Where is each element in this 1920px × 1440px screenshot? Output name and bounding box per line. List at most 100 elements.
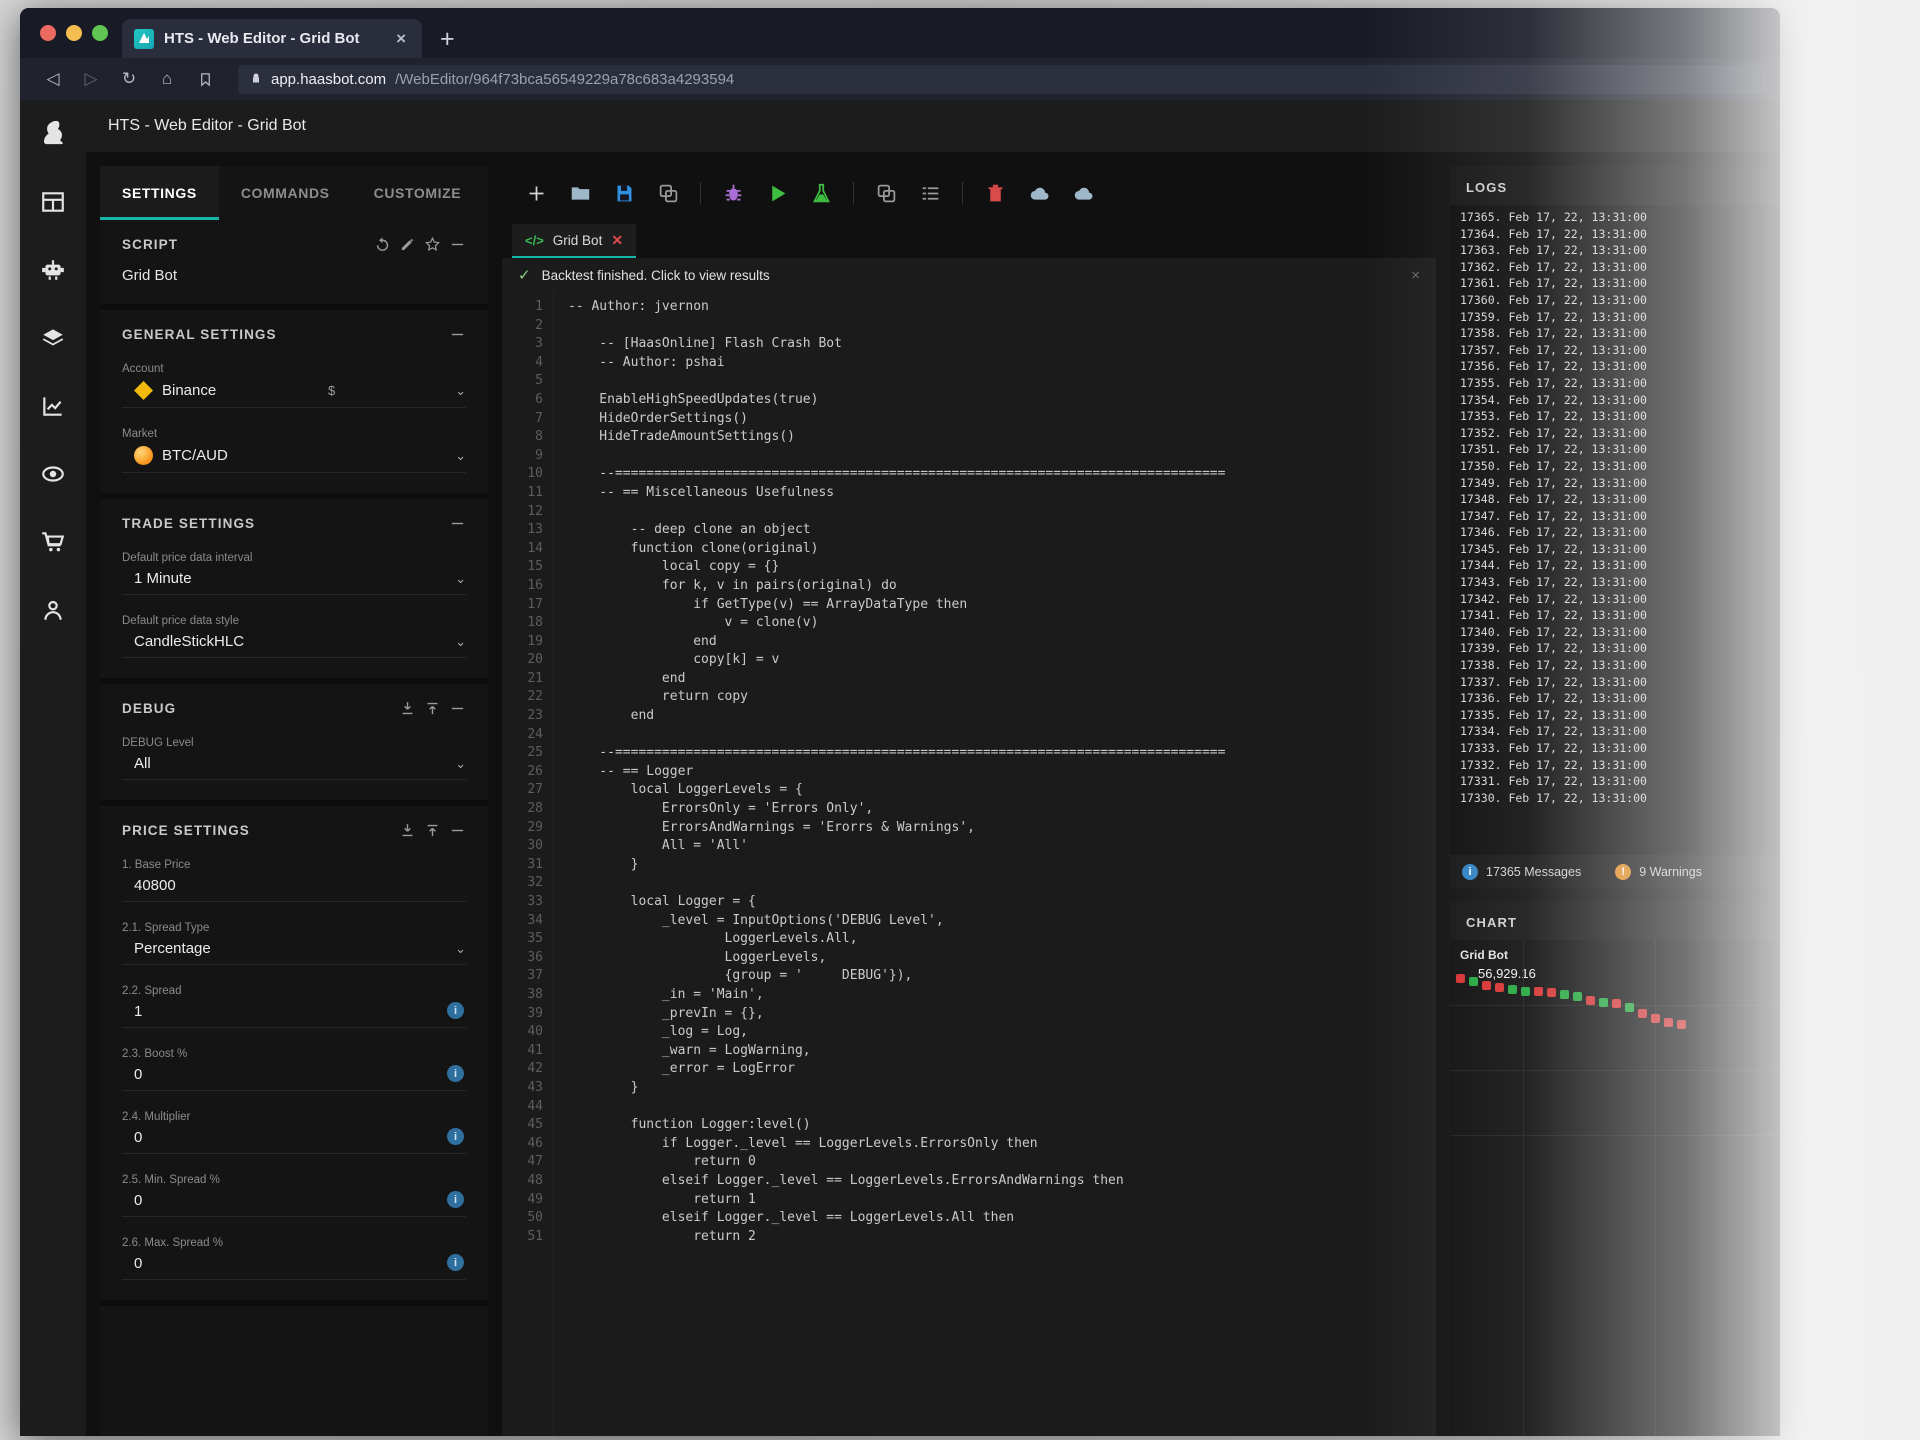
- code-line[interactable]: [568, 726, 1436, 745]
- code-line[interactable]: return 1: [568, 1191, 1436, 1210]
- code-line[interactable]: _log = Log,: [568, 1023, 1436, 1042]
- code-line[interactable]: elseif Logger._level == LoggerLevels.All…: [568, 1209, 1436, 1228]
- chevron-down-icon[interactable]: ⌄: [455, 756, 466, 772]
- editor-tab-grid-bot[interactable]: </> Grid Bot ✕: [512, 224, 637, 258]
- back-icon[interactable]: ◁: [34, 64, 72, 94]
- code-line[interactable]: [568, 1098, 1436, 1117]
- code-line[interactable]: -- Author: jvernon: [568, 298, 1436, 317]
- chevron-down-icon[interactable]: ⌄: [455, 383, 466, 399]
- code-line[interactable]: function clone(original): [568, 540, 1436, 559]
- save-icon[interactable]: [604, 174, 644, 212]
- log-entry[interactable]: 17347. Feb 17, 22, 13:31:00: [1460, 508, 1780, 525]
- code-line[interactable]: end: [568, 707, 1436, 726]
- forward-icon[interactable]: ▷: [72, 64, 110, 94]
- code-line[interactable]: HideOrderSettings(): [568, 410, 1436, 429]
- sidebar-item-layers[interactable]: [33, 318, 73, 358]
- backtest-status-bar[interactable]: ✓ Backtest finished. Click to view resul…: [502, 258, 1436, 292]
- revert-icon[interactable]: [374, 236, 391, 253]
- log-entry[interactable]: 17335. Feb 17, 22, 13:31:00: [1460, 707, 1780, 724]
- delete-icon[interactable]: [975, 174, 1015, 212]
- browser-tab[interactable]: HTS - Web Editor - Grid Bot ×: [122, 19, 422, 58]
- sidebar-item-dashboard[interactable]: [33, 182, 73, 222]
- log-entry[interactable]: 17340. Feb 17, 22, 13:31:00: [1460, 624, 1780, 641]
- code-line[interactable]: _error = LogError: [568, 1060, 1436, 1079]
- code-line[interactable]: -- deep clone an object: [568, 521, 1436, 540]
- close-icon[interactable]: ✕: [611, 232, 623, 249]
- close-icon[interactable]: ×: [1411, 267, 1420, 284]
- chevron-down-icon[interactable]: ⌄: [455, 448, 466, 464]
- sidebar-item-accounts[interactable]: [33, 454, 73, 494]
- settings-tab-settings[interactable]: SETTINGS: [100, 166, 219, 220]
- setting-field[interactable]: 2.5. Min. Spread % 0 i: [122, 1168, 466, 1217]
- log-entry[interactable]: 17360. Feb 17, 22, 13:31:00: [1460, 292, 1780, 309]
- setting-field[interactable]: 2.4. Multiplier 0 i: [122, 1105, 466, 1154]
- code-line[interactable]: [568, 372, 1436, 391]
- setting-value[interactable]: 0: [122, 1066, 466, 1083]
- clone-icon[interactable]: [648, 174, 688, 212]
- code-line[interactable]: copy[k] = v: [568, 651, 1436, 670]
- list-icon[interactable]: [910, 174, 950, 212]
- code-line[interactable]: return copy: [568, 688, 1436, 707]
- sidebar-item-marketplace[interactable]: [33, 522, 73, 562]
- collapse-icon[interactable]: [449, 822, 466, 839]
- log-entry[interactable]: 17345. Feb 17, 22, 13:31:00: [1460, 541, 1780, 558]
- chevron-down-icon[interactable]: ⌄: [455, 634, 466, 650]
- backtest-icon[interactable]: [801, 174, 841, 212]
- code-line[interactable]: _level = InputOptions('DEBUG Level',: [568, 912, 1436, 931]
- code-line[interactable]: return 2: [568, 1228, 1436, 1247]
- code-line[interactable]: ErrorsAndWarnings = 'Erorrs & Warnings',: [568, 819, 1436, 838]
- code-line[interactable]: return 0: [568, 1153, 1436, 1172]
- log-entry[interactable]: 17332. Feb 17, 22, 13:31:00: [1460, 757, 1780, 774]
- close-tab-icon[interactable]: ×: [392, 29, 410, 49]
- new-icon[interactable]: [516, 174, 556, 212]
- log-entry[interactable]: 17361. Feb 17, 22, 13:31:00: [1460, 275, 1780, 292]
- sidebar-item-charts[interactable]: [33, 386, 73, 426]
- info-icon[interactable]: i: [447, 1254, 464, 1271]
- bookmark-icon[interactable]: [186, 64, 224, 94]
- code-line[interactable]: local copy = {}: [568, 558, 1436, 577]
- log-entry[interactable]: 17346. Feb 17, 22, 13:31:00: [1460, 524, 1780, 541]
- setting-value[interactable]: 0: [122, 1129, 466, 1146]
- log-entry[interactable]: 17342. Feb 17, 22, 13:31:00: [1460, 591, 1780, 608]
- code-line[interactable]: All = 'All': [568, 837, 1436, 856]
- code-line[interactable]: -- [HaasOnline] Flash Crash Bot: [568, 335, 1436, 354]
- log-entry[interactable]: 17338. Feb 17, 22, 13:31:00: [1460, 657, 1780, 674]
- setting-field[interactable]: 2.6. Max. Spread % 0 i: [122, 1231, 466, 1280]
- reload-icon[interactable]: ↻: [110, 64, 148, 94]
- setting-field[interactable]: Account Binance $ ⌄: [122, 357, 466, 408]
- code-line[interactable]: if Logger._level == LoggerLevels.ErrorsO…: [568, 1135, 1436, 1154]
- setting-value[interactable]: 0: [122, 1255, 466, 1272]
- log-entry[interactable]: 17349. Feb 17, 22, 13:31:00: [1460, 475, 1780, 492]
- log-entry[interactable]: 17344. Feb 17, 22, 13:31:00: [1460, 557, 1780, 574]
- code-line[interactable]: }: [568, 1079, 1436, 1098]
- log-entry[interactable]: 17356. Feb 17, 22, 13:31:00: [1460, 358, 1780, 375]
- code-line[interactable]: v = clone(v): [568, 614, 1436, 633]
- code-line[interactable]: local Logger = {: [568, 893, 1436, 912]
- maximize-window-button[interactable]: [92, 25, 108, 41]
- log-entry[interactable]: 17341. Feb 17, 22, 13:31:00: [1460, 607, 1780, 624]
- setting-value[interactable]: 1 Minute ⌄: [122, 570, 466, 587]
- collapse-icon[interactable]: [449, 700, 466, 717]
- open-folder-icon[interactable]: [560, 174, 600, 212]
- setting-field[interactable]: Market BTC/AUD ⌄: [122, 422, 466, 473]
- code-line[interactable]: [568, 874, 1436, 893]
- code-line[interactable]: }: [568, 856, 1436, 875]
- log-entry[interactable]: 17350. Feb 17, 22, 13:31:00: [1460, 458, 1780, 475]
- log-entry[interactable]: 17331. Feb 17, 22, 13:31:00: [1460, 773, 1780, 790]
- collapse-icon[interactable]: [449, 236, 466, 253]
- code-line[interactable]: _warn = LogWarning,: [568, 1042, 1436, 1061]
- sidebar-item-bots[interactable]: [33, 250, 73, 290]
- code-line[interactable]: for k, v in pairs(original) do: [568, 577, 1436, 596]
- settings-tab-commands[interactable]: COMMANDS: [219, 166, 352, 220]
- minimize-window-button[interactable]: [66, 25, 82, 41]
- log-entry[interactable]: 17358. Feb 17, 22, 13:31:00: [1460, 325, 1780, 342]
- code-area[interactable]: 1 2 3 4 5 6 7 8 9 10 11 12 13 14 15 16 17 18 19 20 21 22 23 24 2…: [502, 292, 1436, 1436]
- code-line[interactable]: -- == Logger: [568, 763, 1436, 782]
- chevron-down-icon[interactable]: ⌄: [455, 571, 466, 587]
- download-icon[interactable]: [399, 822, 416, 839]
- log-entry[interactable]: 17337. Feb 17, 22, 13:31:00: [1460, 674, 1780, 691]
- download-icon[interactable]: [399, 700, 416, 717]
- log-entry[interactable]: 17351. Feb 17, 22, 13:31:00: [1460, 441, 1780, 458]
- code-line[interactable]: end: [568, 670, 1436, 689]
- sidebar-item-account-user[interactable]: [33, 590, 73, 630]
